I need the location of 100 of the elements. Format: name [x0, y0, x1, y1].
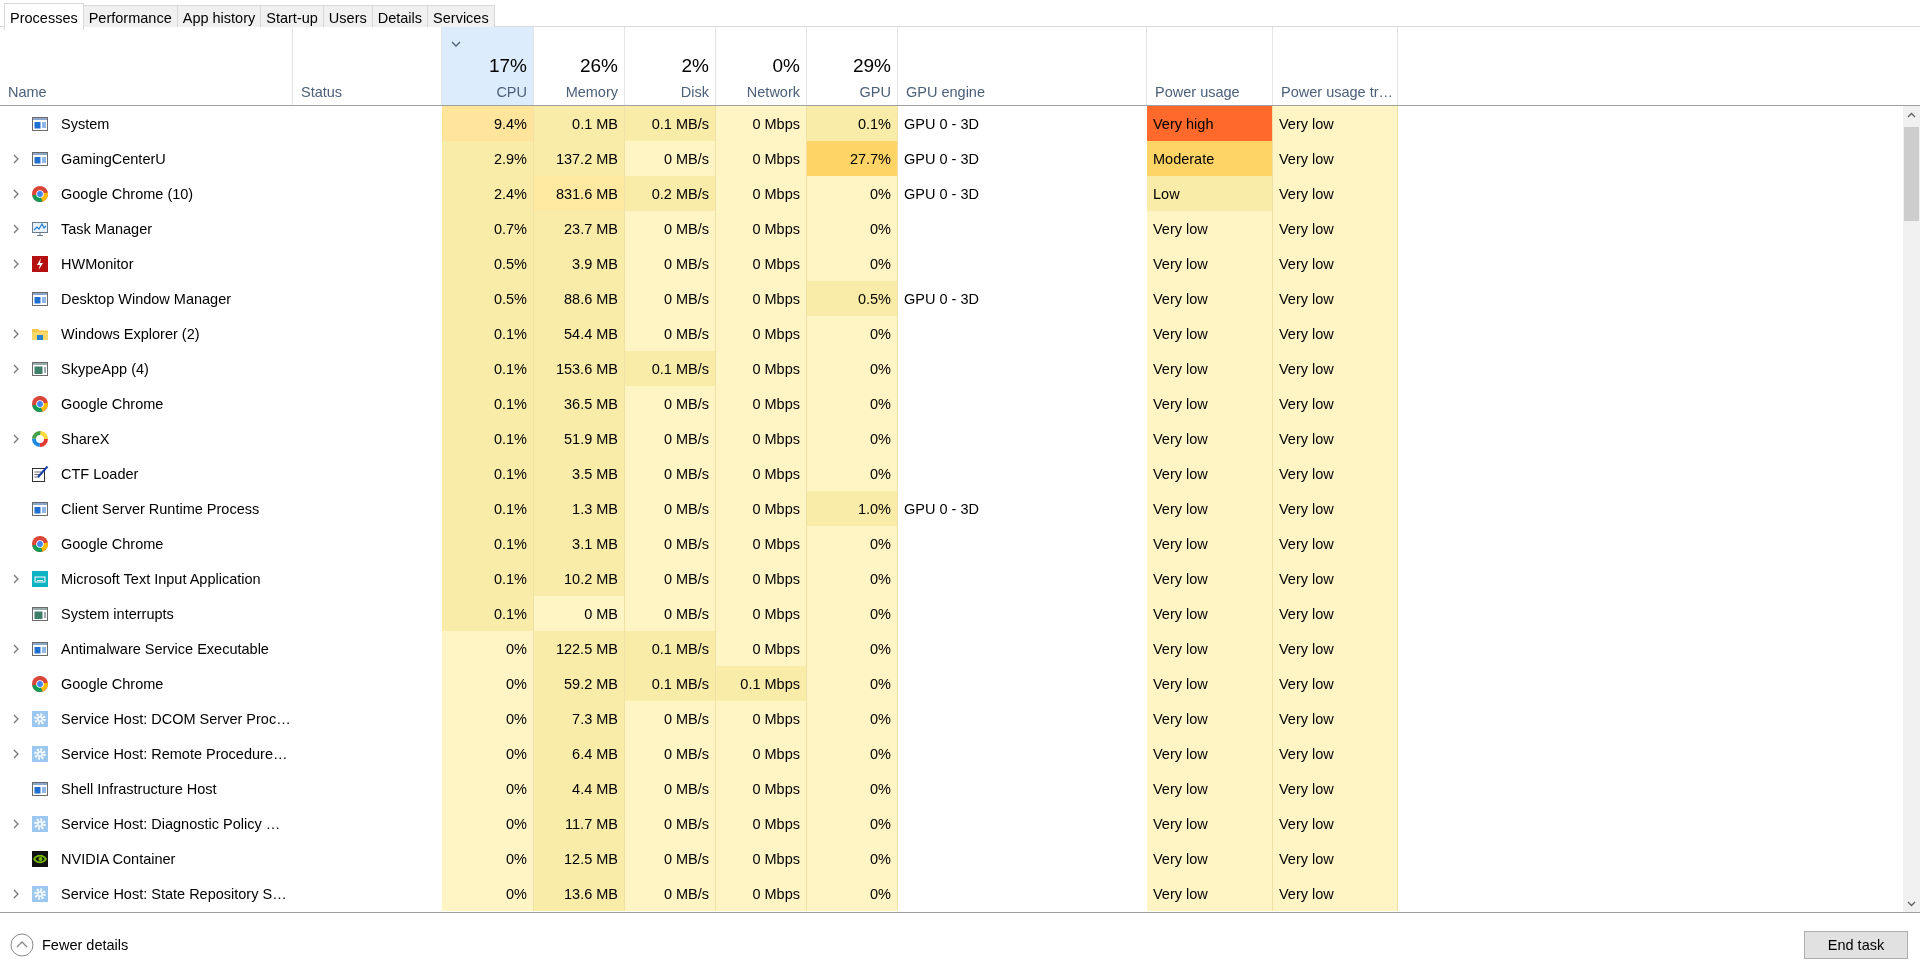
- tab[interactable]: Processes: [4, 3, 84, 30]
- table-cell: 0.2 MB/s: [625, 176, 716, 211]
- table-cell: 0.1 MB/s: [625, 106, 716, 141]
- table-cell: 0.1%: [442, 351, 534, 386]
- table-cell: 0 Mbps: [716, 631, 807, 666]
- tab[interactable]: Performance: [82, 5, 178, 29]
- table-cell: Very low: [1147, 806, 1273, 841]
- scroll-down-icon[interactable]: [1907, 900, 1916, 907]
- table-cell: 0 Mbps: [716, 806, 807, 841]
- table-cell: Very low: [1147, 211, 1273, 246]
- table-cell: 0%: [807, 316, 898, 351]
- table-cell: 0 Mbps: [716, 106, 807, 141]
- table-cell: 6.4 MB: [534, 736, 625, 771]
- chrome-icon: [31, 674, 49, 693]
- table-cell: GPU 0 - 3D: [904, 115, 979, 132]
- table-cell: 13.6 MB: [534, 876, 625, 911]
- process-name: Client Server Runtime Process: [61, 500, 260, 517]
- table-cell: 1.3 MB: [534, 491, 625, 526]
- keyboard-icon: [31, 569, 49, 588]
- table-cell: Very low: [1147, 386, 1273, 421]
- table-cell: 0 Mbps: [716, 211, 807, 246]
- table-cell: 0 Mbps: [716, 491, 807, 526]
- gear-icon: [31, 884, 49, 903]
- process-name: Google Chrome: [61, 395, 164, 412]
- process-name: ShareX: [61, 430, 110, 447]
- table-cell: 0 Mbps: [716, 526, 807, 561]
- table-cell: 0.1%: [442, 491, 534, 526]
- gear-icon: [31, 709, 49, 728]
- process-name: Service Host: Remote Procedure…: [61, 745, 288, 762]
- column-header[interactable]: Status: [293, 27, 442, 105]
- table-cell: Very low: [1273, 141, 1398, 176]
- table-cell: 0 Mbps: [716, 876, 807, 911]
- table-cell: Very low: [1147, 526, 1273, 561]
- table-cell: 0%: [442, 631, 534, 666]
- table-cell: GPU 0 - 3D: [904, 500, 979, 517]
- tab[interactable]: Services: [427, 5, 495, 29]
- table-cell: 0 MB/s: [625, 491, 716, 526]
- monitor-graph-icon: [31, 219, 49, 238]
- table-cell: 23.7 MB: [534, 211, 625, 246]
- table-cell: 0 MB/s: [625, 596, 716, 631]
- table-cell: Very high: [1147, 106, 1273, 141]
- table-cell: 0 MB/s: [625, 281, 716, 316]
- table-cell: 0%: [807, 876, 898, 911]
- window-icon: [31, 639, 49, 658]
- process-name: Google Chrome: [61, 535, 164, 552]
- process-name: Google Chrome: [61, 675, 164, 692]
- table-cell: 0 MB/s: [625, 876, 716, 911]
- table-cell: 0%: [807, 771, 898, 806]
- table-cell: Moderate: [1147, 141, 1273, 176]
- window-icon: [31, 359, 49, 378]
- table-cell: 0 MB/s: [625, 386, 716, 421]
- chrome-icon: [31, 184, 49, 203]
- fewer-details-toggle[interactable]: Fewer details: [10, 932, 129, 957]
- table-cell: 51.9 MB: [534, 421, 625, 456]
- table-cell: 0%: [807, 526, 898, 561]
- table-cell: Very low: [1273, 176, 1398, 211]
- process-name: SkypeApp (4): [61, 360, 149, 377]
- table-cell: Very low: [1147, 736, 1273, 771]
- table-cell: 0 MB/s: [625, 526, 716, 561]
- table-cell: 2.9%: [442, 141, 534, 176]
- end-task-button[interactable]: End task: [1804, 930, 1908, 959]
- table-cell: 0%: [807, 351, 898, 386]
- gear-icon: [31, 744, 49, 763]
- table-cell: 0%: [807, 561, 898, 596]
- window-icon: [31, 289, 49, 308]
- table-cell: Very low: [1273, 456, 1398, 491]
- table-cell: Very low: [1147, 561, 1273, 596]
- scrollbar[interactable]: [1903, 106, 1920, 912]
- table-cell: Very low: [1147, 841, 1273, 876]
- table-cell: Very low: [1147, 701, 1273, 736]
- table-cell: GPU 0 - 3D: [904, 290, 979, 307]
- table-cell: 0 Mbps: [716, 141, 807, 176]
- table-cell: Very low: [1273, 596, 1398, 631]
- table-cell: Very low: [1147, 876, 1273, 911]
- table-cell: 0.7%: [442, 211, 534, 246]
- table-cell: 0 MB/s: [625, 771, 716, 806]
- table-cell: 11.7 MB: [534, 806, 625, 841]
- table-cell: 0.1 MB/s: [625, 666, 716, 701]
- table-cell: 0.1 MB/s: [625, 351, 716, 386]
- tab[interactable]: Start-up: [260, 5, 324, 29]
- window-icon: [31, 114, 49, 133]
- process-name: Task Manager: [61, 220, 153, 237]
- table-cell: 1.0%: [807, 491, 898, 526]
- table-cell: Very low: [1273, 491, 1398, 526]
- table-cell: 0 Mbps: [716, 596, 807, 631]
- table-cell: Very low: [1147, 666, 1273, 701]
- column-header[interactable]: 17% CPU: [442, 27, 534, 105]
- sort-chevron-icon: [451, 41, 461, 47]
- table-cell: 0 Mbps: [716, 246, 807, 281]
- table-cell: 88.6 MB: [534, 281, 625, 316]
- table-cell: 0.1%: [442, 421, 534, 456]
- table-cell: 54.4 MB: [534, 316, 625, 351]
- scroll-up-icon[interactable]: [1907, 111, 1916, 118]
- process-name: Windows Explorer (2): [61, 325, 200, 342]
- table-cell: 0.1 MB/s: [625, 631, 716, 666]
- scrollbar-thumb[interactable]: [1904, 127, 1919, 221]
- window-icon: [31, 149, 49, 168]
- table-cell: Very low: [1147, 246, 1273, 281]
- lightning-icon: [31, 254, 49, 273]
- table-cell: 3.5 MB: [534, 456, 625, 491]
